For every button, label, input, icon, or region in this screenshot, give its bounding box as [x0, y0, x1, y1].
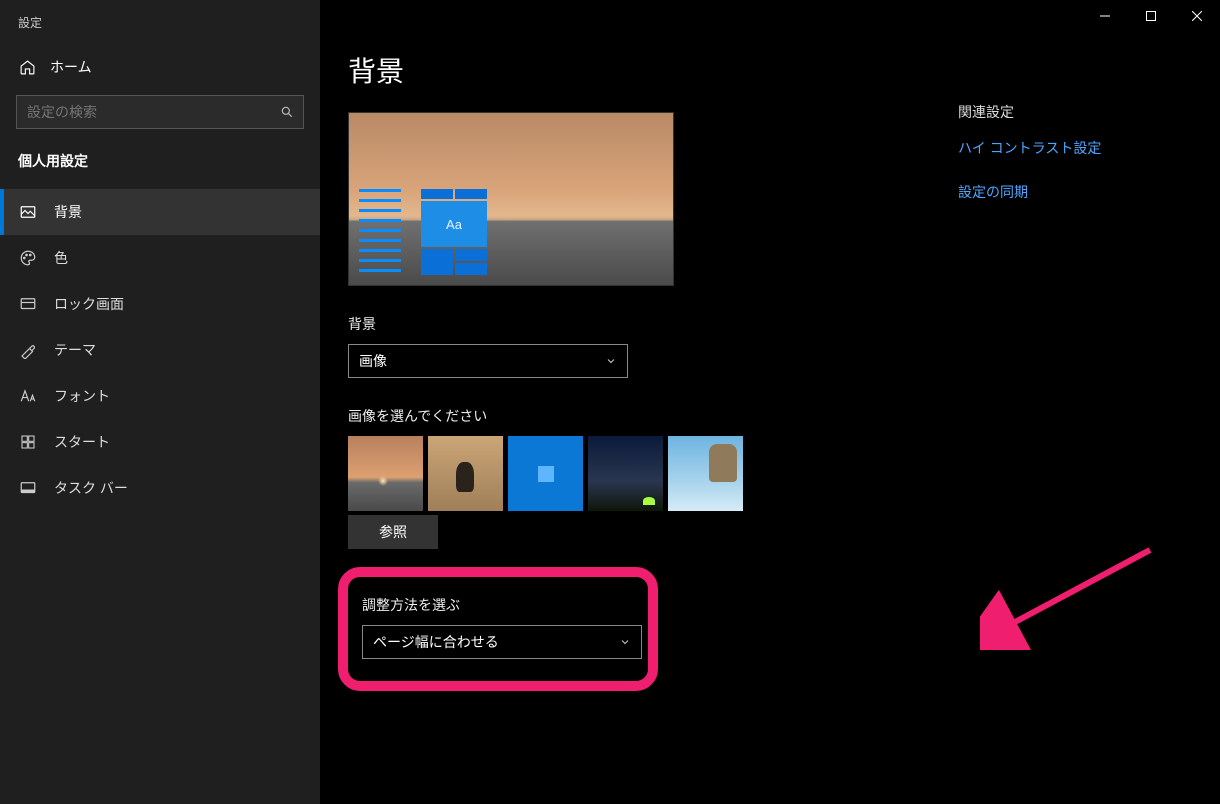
theme-icon [18, 340, 38, 360]
minimize-button[interactable] [1082, 0, 1128, 32]
chevron-down-icon [619, 636, 631, 648]
close-button[interactable] [1174, 0, 1220, 32]
search-icon [271, 105, 303, 119]
nav-item-start[interactable]: スタート [0, 419, 320, 465]
nav-label: テーマ [54, 340, 96, 360]
browse-button[interactable]: 参照 [348, 515, 438, 549]
start-icon [18, 432, 38, 452]
section-label: 個人用設定 [0, 151, 320, 189]
page-heading: 背景 [348, 50, 908, 90]
window-title: 設定 [0, 0, 320, 43]
fit-select-label: 調整方法を選ぶ [362, 595, 634, 615]
color-icon [18, 248, 38, 268]
nav-item-lockscreen[interactable]: ロック画面 [0, 281, 320, 327]
search-input[interactable] [17, 104, 271, 120]
thumbnail-3[interactable] [508, 436, 583, 511]
nav-label: フォント [54, 386, 110, 406]
chevron-down-icon [605, 355, 617, 367]
nav-item-taskbar[interactable]: タスク バー [0, 465, 320, 511]
annotation-highlight: 調整方法を選ぶ ページ幅に合わせる [338, 567, 658, 691]
choose-image-label: 画像を選んでください [348, 406, 908, 426]
desktop-preview: Aa [348, 112, 674, 286]
background-select-label: 背景 [348, 314, 908, 334]
link-sync-settings[interactable]: 設定の同期 [958, 182, 1101, 202]
fit-select[interactable]: ページ幅に合わせる [362, 625, 642, 659]
sidebar: 設定 ホーム 個人用設定 背景 色 ロック画面 テーマ [0, 0, 320, 804]
nav-label: タスク バー [54, 478, 128, 498]
taskbar-icon [18, 478, 38, 498]
thumbnail-4[interactable] [588, 436, 663, 511]
home-button[interactable]: ホーム [0, 43, 320, 95]
related-settings-heading: 関連設定 [958, 102, 1101, 122]
nav-label: 色 [54, 248, 68, 268]
nav-label: 背景 [54, 202, 82, 222]
nav-item-fonts[interactable]: フォント [0, 373, 320, 419]
background-select-value: 画像 [359, 351, 387, 371]
background-select[interactable]: 画像 [348, 344, 628, 378]
home-label: ホーム [50, 57, 92, 77]
nav-item-colors[interactable]: 色 [0, 235, 320, 281]
maximize-button[interactable] [1128, 0, 1174, 32]
home-icon [18, 58, 36, 76]
nav-label: ロック画面 [54, 294, 124, 314]
nav-label: スタート [54, 432, 110, 452]
window-controls [1082, 0, 1220, 32]
main-panel: 背景 Aa 背景 画像 画像を選んでください [320, 0, 1220, 804]
nav-item-background[interactable]: 背景 [0, 189, 320, 235]
font-icon [18, 386, 38, 406]
fit-select-value: ページ幅に合わせる [373, 632, 499, 652]
preview-aa: Aa [421, 201, 487, 247]
thumbnail-2[interactable] [428, 436, 503, 511]
search-box[interactable] [16, 95, 304, 129]
nav-item-themes[interactable]: テーマ [0, 327, 320, 373]
link-high-contrast[interactable]: ハイ コントラスト設定 [958, 138, 1101, 158]
lockscreen-icon [18, 294, 38, 314]
background-icon [18, 202, 38, 222]
thumbnail-1[interactable] [348, 436, 423, 511]
image-thumbnails [348, 436, 908, 511]
thumbnail-5[interactable] [668, 436, 743, 511]
